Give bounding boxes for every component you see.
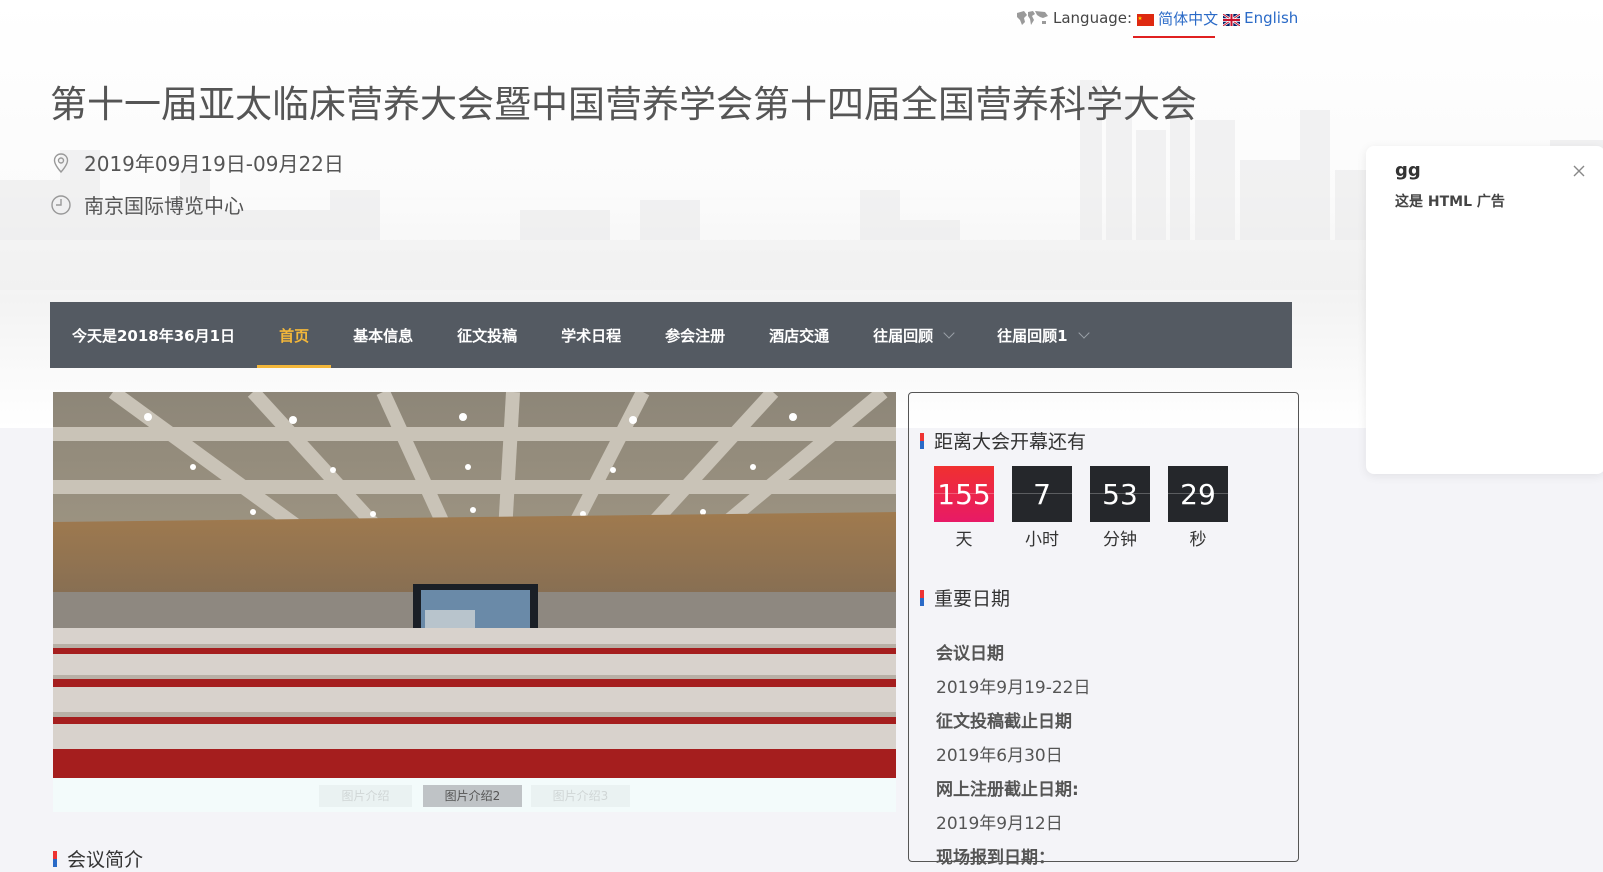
countdown-hours-label: 小时 bbox=[1025, 530, 1059, 550]
carousel-slide-image[interactable] bbox=[53, 392, 896, 778]
countdown-heading-text: 距离大会开幕还有 bbox=[934, 431, 1087, 453]
date-label-submission-deadline: 征文投稿截止日期 bbox=[936, 712, 1072, 732]
carousel-tab-2[interactable]: 图片介绍2 bbox=[423, 785, 522, 807]
location-pin-icon bbox=[53, 152, 69, 173]
intro-heading: 会议简介 bbox=[53, 845, 143, 872]
ad-title: gg bbox=[1395, 160, 1421, 181]
heading-accent-bar bbox=[920, 432, 924, 449]
carousel-tabs: 图片介绍 图片介绍2 图片介绍3 bbox=[53, 785, 896, 809]
countdown-hours: 7 bbox=[1012, 466, 1072, 522]
nav-item-past-review-1-label: 往届回顾1 bbox=[997, 326, 1068, 345]
nav-item-schedule[interactable]: 学术日程 bbox=[539, 302, 643, 368]
countdown-days: 155 bbox=[934, 466, 994, 522]
date-value-registration-deadline: 2019年9月12日 bbox=[936, 814, 1063, 834]
active-language-underline bbox=[1133, 36, 1215, 38]
nav-item-hotel-transport[interactable]: 酒店交通 bbox=[747, 302, 851, 368]
language-label: Language: bbox=[1053, 9, 1133, 27]
conference-venue-row: 南京国际博览中心 bbox=[50, 190, 244, 219]
conference-title: 第十一届亚太临床营养大会暨中国营养学会第十四届全国营养科学大会 bbox=[50, 83, 1197, 126]
date-value-meeting: 2019年9月19-22日 bbox=[936, 678, 1091, 698]
image-carousel: 图片介绍 图片介绍2 图片介绍3 bbox=[53, 392, 896, 812]
nav-item-registration[interactable]: 参会注册 bbox=[643, 302, 747, 368]
chevron-down-icon bbox=[943, 326, 955, 339]
heading-accent-bar bbox=[920, 589, 924, 606]
conference-hall-photo bbox=[53, 392, 896, 778]
nav-item-submission[interactable]: 征文投稿 bbox=[435, 302, 539, 368]
countdown-minutes-label: 分钟 bbox=[1103, 530, 1137, 550]
ad-body-text: 这是 HTML 广告 bbox=[1395, 194, 1505, 210]
countdown-seconds: 29 bbox=[1168, 466, 1228, 522]
nav-item-past-review-label: 往届回顾 bbox=[873, 326, 934, 345]
date-label-onsite-checkin: 现场报到日期： bbox=[936, 848, 1055, 868]
countdown-heading: 距离大会开幕还有 bbox=[920, 427, 1086, 454]
date-value-submission-deadline: 2019年6月30日 bbox=[936, 746, 1063, 766]
nav-item-basic-info[interactable]: 基本信息 bbox=[331, 302, 435, 368]
intro-heading-text: 会议简介 bbox=[67, 849, 144, 871]
carousel-tab-3[interactable]: 图片介绍3 bbox=[531, 785, 630, 807]
ad-popup: gg 这是 HTML 广告 bbox=[1366, 146, 1603, 474]
countdown-days-label: 天 bbox=[955, 530, 973, 550]
close-icon[interactable] bbox=[1570, 162, 1588, 180]
countdown-minutes: 53 bbox=[1090, 466, 1150, 522]
clock-icon bbox=[51, 194, 71, 215]
conference-date: 2019年09月19日-09月22日 bbox=[84, 152, 344, 176]
important-dates-heading: 重要日期 bbox=[920, 584, 1010, 611]
countdown-seconds-label: 秒 bbox=[1189, 530, 1207, 550]
nav-item-home[interactable]: 首页 bbox=[257, 302, 332, 368]
nav-item-past-review-1[interactable]: 往届回顾1 bbox=[975, 302, 1109, 368]
conference-date-row: 2019年09月19日-09月22日 bbox=[50, 148, 344, 177]
language-option-chinese[interactable]: 简体中文 bbox=[1158, 8, 1218, 29]
carousel-tab-1[interactable]: 图片介绍 bbox=[319, 785, 412, 807]
language-switcher: Language: 简体中文 English bbox=[1015, 6, 1298, 30]
nav-item-past-review[interactable]: 往届回顾 bbox=[851, 302, 975, 368]
important-dates-heading-text: 重要日期 bbox=[934, 588, 1011, 610]
china-flag-icon bbox=[1137, 12, 1155, 26]
nav-today-date: 今天是2018年36月1日 bbox=[72, 326, 236, 345]
date-label-meeting: 会议日期 bbox=[936, 644, 1004, 664]
language-option-english[interactable]: English bbox=[1244, 9, 1298, 27]
conference-venue: 南京国际博览中心 bbox=[84, 194, 244, 218]
main-navigation: 今天是2018年36月1日 首页 基本信息 征文投稿 学术日程 参会注册 酒店交… bbox=[50, 302, 1292, 368]
sidebar-panel: 距离大会开幕还有 155 7 53 29 天 小时 分钟 秒 重要日期 会议日期… bbox=[908, 392, 1299, 868]
uk-flag-icon bbox=[1222, 12, 1241, 27]
world-map-icon bbox=[1017, 11, 1048, 25]
date-label-registration-deadline: 网上注册截止日期: bbox=[936, 780, 1079, 800]
chevron-down-icon bbox=[1077, 326, 1090, 339]
